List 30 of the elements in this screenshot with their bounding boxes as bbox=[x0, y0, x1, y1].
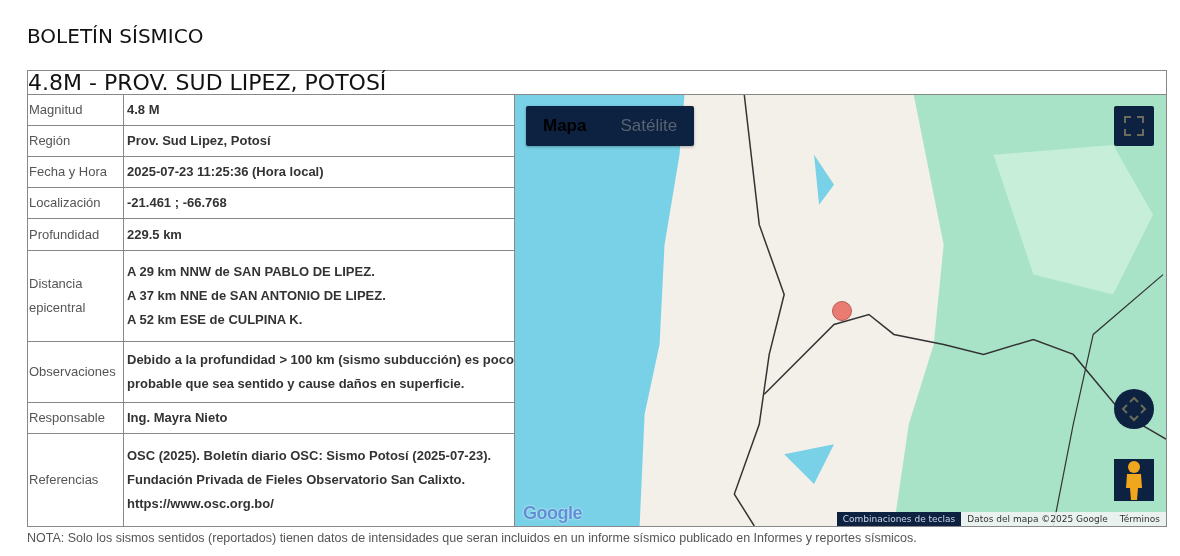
note-text: NOTA: Solo los sismos sentidos (reportados) tienen datos de intensidades que seran incluidos en un informe sísmico publicado en Informes y reportes sísmicos. bbox=[27, 531, 918, 545]
field-label: Localización bbox=[28, 188, 124, 219]
attribution-link[interactable]: Combinaciones de teclas bbox=[836, 512, 962, 526]
pegman-button[interactable] bbox=[1114, 459, 1154, 501]
field-label: Distancia epicentral bbox=[28, 251, 124, 342]
field-value: https://www.osc.org.bo/ bbox=[127, 495, 274, 513]
field-value: A 52 km ESE de CULPINA K. bbox=[127, 311, 303, 329]
field-label: Responsable bbox=[28, 403, 124, 434]
report-title: 4.8M - PROV. SUD LIPEZ, POTOSÍ bbox=[28, 70, 1166, 95]
field-label: Referencias bbox=[28, 434, 124, 526]
field-value: A 37 km NNE de SAN ANTONIO DE LIPEZ. bbox=[127, 287, 386, 305]
field-value: A 29 km NNW de SAN PABLO DE LIPEZ. bbox=[127, 263, 375, 281]
field-value: Prov. Sud Lipez, Potosí bbox=[127, 132, 271, 150]
field-value: Ing. Mayra Nieto bbox=[127, 409, 228, 427]
fullscreen-button[interactable] bbox=[1114, 106, 1154, 146]
field-value: 2025-07-23 11:25:36 (Hora local) bbox=[127, 163, 324, 181]
field-value: 229.5 km bbox=[127, 225, 182, 244]
field-value: -21.461 ; -66.768 bbox=[127, 194, 227, 212]
field-label: Magnitud bbox=[28, 95, 124, 126]
map-drawing[interactable] bbox=[515, 95, 1166, 526]
attribution-link[interactable]: Datos del mapa ©2025 Google bbox=[961, 512, 1114, 526]
field-label: Observaciones bbox=[28, 342, 124, 403]
field-value: Debido a la profundidad > 100 km (sismo subducción) es poco probable que sea sentido y cause daños en superficie. bbox=[127, 351, 514, 393]
field-label: Profundidad bbox=[28, 219, 124, 251]
field-value: 4.8 M bbox=[127, 101, 160, 119]
page-title: BOLETÍN SÍSMICO bbox=[26, 23, 205, 50]
field-label: Fecha y Hora bbox=[28, 157, 124, 188]
field-value: OSC (2025). Boletín diario OSC: Sismo Potosí (2025-07-23). Fundación Privada de Fieles Observatorio San Calixto. bbox=[127, 447, 493, 489]
attribution-link[interactable]: Términos bbox=[1113, 512, 1166, 526]
field-label: Región bbox=[28, 126, 124, 157]
